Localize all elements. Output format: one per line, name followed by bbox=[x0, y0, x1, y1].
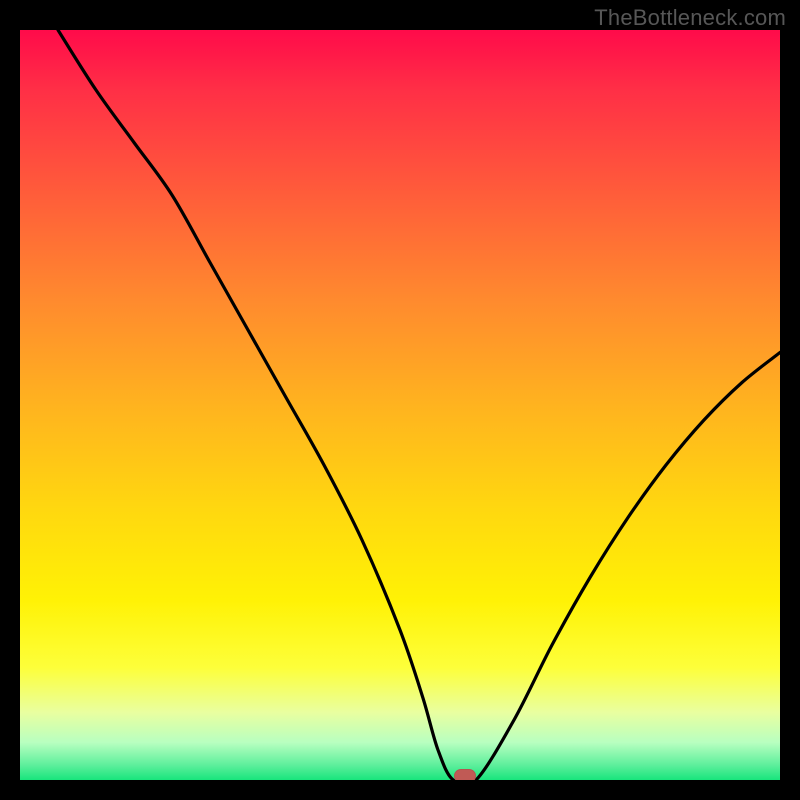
watermark-text: TheBottleneck.com bbox=[594, 5, 786, 31]
optimal-point-marker bbox=[454, 769, 476, 780]
plot-area bbox=[20, 30, 780, 780]
chart-frame: TheBottleneck.com bbox=[0, 0, 800, 800]
bottleneck-curve bbox=[20, 30, 780, 780]
curve-path bbox=[58, 30, 780, 780]
